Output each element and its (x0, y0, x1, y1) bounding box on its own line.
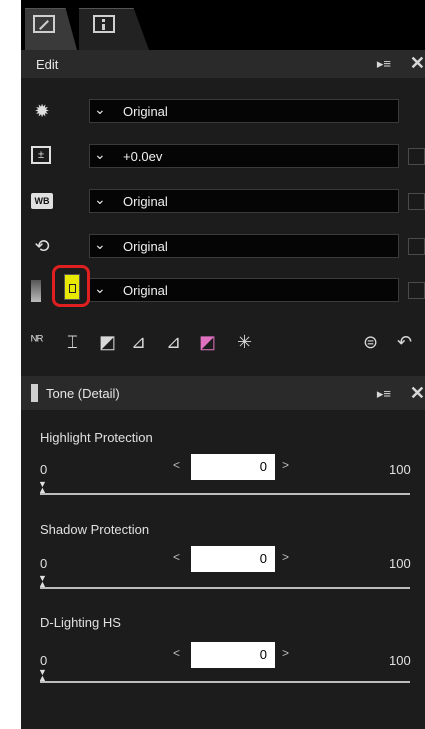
edit-palette: Edit ▸≡ ✕ ✹ ⌄ Original ± ⌄ +0.0ev WB ⌄ O… (21, 0, 425, 729)
chevron-down-icon: ⌄ (94, 101, 106, 117)
noise-reduction-icon[interactable]: ᴺᴿ (31, 332, 43, 348)
gradient-swatch-icon (31, 280, 41, 302)
slider-max: 100 (389, 462, 411, 477)
slider-max: 100 (389, 653, 411, 668)
white-balance-dropdown[interactable]: ⌄ Original (89, 189, 399, 213)
edit-title: Edit (36, 57, 59, 72)
edit-row-picture-control: ⟲ ⌄ Original (21, 229, 425, 263)
panel-menu-icon[interactable]: ▸≡ (377, 386, 391, 402)
slider-thumb[interactable]: ▼ ▲ (38, 574, 48, 589)
close-icon[interactable]: ✕ (410, 383, 425, 404)
dropdown-value: Original (123, 194, 168, 209)
camera-settings-dropdown[interactable]: ⌄ Original (89, 99, 399, 123)
decrement-arrow-icon[interactable]: < (173, 550, 180, 564)
increment-arrow-icon[interactable]: > (282, 458, 289, 472)
crop-icon[interactable]: ⌶ (67, 332, 78, 353)
tone-detail-small-icon (31, 384, 38, 402)
exposure-checkbox[interactable] (408, 148, 425, 165)
white-balance-checkbox[interactable] (408, 193, 425, 210)
decrement-arrow-icon[interactable]: < (173, 646, 180, 660)
edit-header: Edit ▸≡ ✕ (21, 50, 425, 78)
value-input[interactable]: 0 (191, 546, 275, 572)
slider-thumb[interactable]: ▼ ▲ (38, 668, 48, 683)
edit-row-white-balance: WB ⌄ Original (21, 184, 425, 218)
undo-icon[interactable]: ↶ (397, 332, 412, 353)
straighten-icon[interactable]: ⊿ (166, 332, 181, 353)
slider-min: 0 (40, 556, 48, 571)
wb-icon: WB (31, 193, 53, 209)
increment-arrow-icon[interactable]: > (282, 646, 289, 660)
slider-label: Shadow Protection (40, 522, 150, 537)
value-input[interactable]: 0 (191, 642, 275, 668)
gear-icon: ✹ (34, 101, 50, 121)
slider-track[interactable] (40, 587, 410, 589)
tone-title: Tone (Detail) (46, 386, 120, 401)
exposure-dropdown[interactable]: ⌄ +0.0ev (89, 144, 399, 168)
picture-control-icon: ⟲ (34, 236, 50, 256)
slider-label: D-Lighting HS (40, 615, 121, 630)
history-icon[interactable]: ⊜ (363, 332, 378, 353)
edit-icon (33, 15, 55, 33)
exposure-icon: ± (31, 146, 51, 164)
dropdown-value: Original (123, 283, 168, 298)
tone-header: Tone (Detail) ▸≡ ✕ (21, 376, 425, 410)
slider-track[interactable] (40, 493, 410, 495)
slider-thumb[interactable]: ▼ ▲ (38, 480, 48, 495)
dropdown-value: +0.0ev (123, 149, 163, 164)
slider-min: 0 (40, 462, 48, 477)
edit-toolbar: ᴺᴿ ⌶ ◩ ⊿ ⊿ ◩ ✳ ⊜ ↶ (21, 326, 425, 360)
perspective-icon[interactable]: ⊿ (131, 332, 146, 353)
info-icon (93, 15, 115, 33)
levels-icon[interactable]: ◩ (99, 332, 116, 353)
chevron-down-icon: ⌄ (94, 191, 106, 207)
panel-menu-icon[interactable]: ▸≡ (377, 56, 391, 72)
tone-detail-icon[interactable] (52, 265, 90, 307)
tab-edit[interactable] (25, 8, 77, 50)
picture-control-checkbox[interactable] (408, 238, 425, 255)
tone-detail-glyph-icon (64, 274, 80, 300)
tab-info[interactable] (79, 8, 149, 50)
edit-row-exposure: ± ⌄ +0.0ev (21, 139, 425, 173)
chevron-down-icon: ⌄ (94, 236, 106, 252)
slider-track[interactable] (40, 681, 410, 683)
tab-bar (21, 0, 425, 50)
chevron-down-icon: ⌄ (94, 146, 106, 162)
picture-control-dropdown[interactable]: ⌄ Original (89, 234, 399, 258)
increment-arrow-icon[interactable]: > (282, 550, 289, 564)
decrement-arrow-icon[interactable]: < (173, 458, 180, 472)
dropdown-value: Original (123, 239, 168, 254)
edit-row-camera-settings: ✹ ⌄ Original (21, 94, 425, 128)
tone-detail-checkbox[interactable] (408, 282, 425, 299)
dropdown-value: Original (123, 104, 168, 119)
tone-detail-dropdown[interactable]: ⌄ Original (89, 278, 399, 302)
slider-min: 0 (40, 653, 48, 668)
slider-max: 100 (389, 556, 411, 571)
retouch-icon[interactable]: ✳ (237, 332, 252, 353)
color-icon[interactable]: ◩ (199, 332, 216, 353)
slider-label: Highlight Protection (40, 430, 153, 445)
value-input[interactable]: 0 (191, 454, 275, 480)
chevron-down-icon: ⌄ (94, 280, 106, 296)
close-icon[interactable]: ✕ (410, 53, 425, 74)
